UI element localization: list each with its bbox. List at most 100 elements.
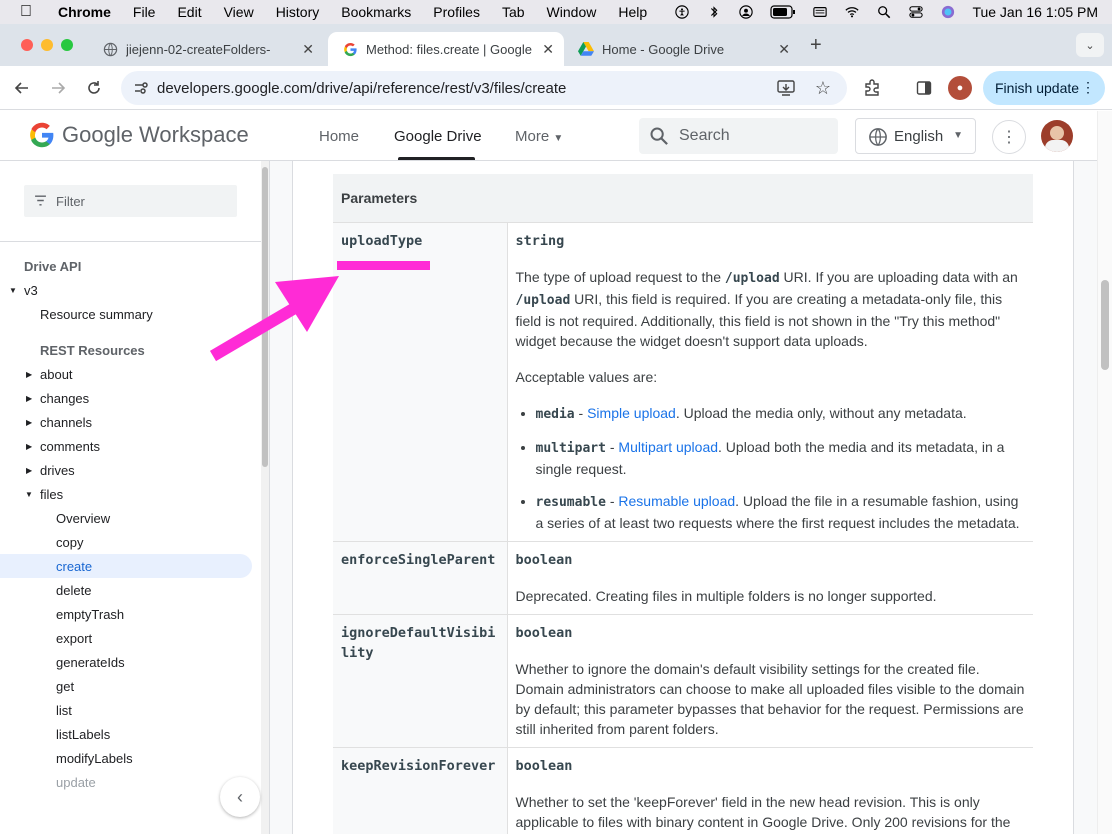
sidebar-item-emptytrash[interactable]: emptyTrash xyxy=(56,602,124,626)
sidebar-item-drives[interactable]: drives xyxy=(40,458,75,482)
forward-arrow-icon[interactable] xyxy=(46,76,70,100)
profile-avatar-icon[interactable]: ● xyxy=(948,76,972,100)
menu-app-name[interactable]: Chrome xyxy=(58,4,111,20)
menu-view[interactable]: View xyxy=(224,4,254,20)
query-parameters-table: Parameters uploadType string The type of… xyxy=(333,174,1033,834)
param-description: boolean Whether to ignore the domain's d… xyxy=(507,614,1033,748)
menu-bookmarks[interactable]: Bookmarks xyxy=(341,4,411,20)
spotlight-search-icon[interactable] xyxy=(876,5,892,19)
collapsed-caret-icon[interactable]: ▶ xyxy=(26,370,32,379)
user-avatar[interactable] xyxy=(1041,120,1073,152)
sidebar-item-channels[interactable]: channels xyxy=(40,410,92,434)
zoom-window-button[interactable] xyxy=(61,39,73,51)
keyboard-icon[interactable] xyxy=(812,5,828,19)
sidebar-item-changes[interactable]: changes xyxy=(40,386,89,410)
page-scrollbar-thumb[interactable] xyxy=(1101,280,1109,370)
sidebar-item-copy[interactable]: copy xyxy=(56,530,83,554)
sidebar-item-comments[interactable]: comments xyxy=(40,434,100,458)
google-workspace-logo[interactable]: Google Workspace xyxy=(28,121,249,149)
list-item: media - Simple upload. Upload the media … xyxy=(536,403,1026,425)
expanded-caret-icon[interactable]: ▼ xyxy=(25,490,33,499)
nav-more[interactable]: More ▼ xyxy=(515,128,563,145)
side-panel-icon[interactable] xyxy=(912,76,936,100)
sidebar-heading-drive-api: Drive API xyxy=(24,258,82,274)
bookmark-star-icon[interactable]: ☆ xyxy=(815,78,831,99)
left-nav-sidebar: Filter Drive API ▼ v3 Resource summary R… xyxy=(0,161,270,834)
param-name: keepRevisionForever xyxy=(333,747,508,834)
close-tab-icon[interactable]: ✕ xyxy=(778,41,790,58)
tab-jiejenn[interactable]: jiejenn-02-createFolders- ✕ xyxy=(88,32,324,66)
control-center-icon[interactable] xyxy=(908,5,924,19)
simple-upload-link[interactable]: Simple upload xyxy=(587,405,676,421)
menubar-datetime[interactable]: Tue Jan 16 1:05 PM xyxy=(972,4,1098,20)
wifi-icon[interactable] xyxy=(844,5,860,19)
close-window-button[interactable] xyxy=(21,39,33,51)
collapsed-caret-icon[interactable]: ▶ xyxy=(26,418,32,427)
new-tab-icon[interactable]: + xyxy=(810,34,822,57)
more-vert-icon[interactable]: ⋮ xyxy=(1081,79,1095,96)
search-placeholder: Search xyxy=(679,127,730,144)
menu-file[interactable]: File xyxy=(133,4,156,20)
finish-update-button[interactable]: Finish update ⋮ xyxy=(983,71,1105,105)
sidebar-item-generateids[interactable]: generateIds xyxy=(56,650,125,674)
accessibility-icon[interactable] xyxy=(674,5,690,19)
menu-edit[interactable]: Edit xyxy=(177,4,201,20)
filter-input[interactable]: Filter xyxy=(24,185,237,217)
menu-help[interactable]: Help xyxy=(618,4,647,20)
collapsed-caret-icon[interactable]: ▶ xyxy=(26,394,32,403)
menu-profiles[interactable]: Profiles xyxy=(433,4,480,20)
close-tab-icon[interactable]: ✕ xyxy=(302,41,314,58)
collapse-sidebar-button[interactable]: ‹ xyxy=(220,777,260,817)
sidebar-item-modifylabels[interactable]: modifyLabels xyxy=(56,746,133,770)
sidebar-item-about[interactable]: about xyxy=(40,362,73,386)
battery-icon[interactable] xyxy=(770,5,796,19)
sidebar-item-get[interactable]: get xyxy=(56,674,74,698)
multipart-upload-link[interactable]: Multipart upload xyxy=(618,439,718,455)
menu-window[interactable]: Window xyxy=(547,4,597,20)
language-select[interactable]: English ▼ xyxy=(855,118,976,154)
sidebar-item-resource-summary[interactable]: Resource summary xyxy=(40,302,153,326)
more-options-icon[interactable]: ⋮ xyxy=(992,120,1026,154)
tab-google-drive[interactable]: Home - Google Drive ✕ xyxy=(564,32,800,66)
sidebar-item-listlabels[interactable]: listLabels xyxy=(56,722,110,746)
bluetooth-icon[interactable] xyxy=(706,5,722,19)
sidebar-item-list[interactable]: list xyxy=(56,698,72,722)
sidebar-item-create[interactable]: create xyxy=(0,554,252,578)
install-app-icon[interactable] xyxy=(777,79,795,101)
siri-icon[interactable] xyxy=(940,5,956,19)
nav-google-drive[interactable]: Google Drive xyxy=(394,128,482,145)
sidebar-item-export[interactable]: export xyxy=(56,626,92,650)
param-desc-text: The type of upload request to the /uploa… xyxy=(515,268,1018,349)
sidebar-item-update[interactable]: update xyxy=(56,770,96,794)
collapsed-caret-icon[interactable]: ▶ xyxy=(26,466,32,475)
sidebar-item-files[interactable]: files xyxy=(40,482,63,506)
param-type: boolean xyxy=(515,624,573,641)
address-bar[interactable]: developers.google.com/drive/api/referenc… xyxy=(121,71,847,105)
sidebar-item-v3[interactable]: v3 xyxy=(24,278,38,302)
site-search-input[interactable]: Search xyxy=(639,118,838,154)
collapsed-caret-icon[interactable]: ▶ xyxy=(26,442,32,451)
minimize-window-button[interactable] xyxy=(41,39,53,51)
resumable-upload-link[interactable]: Resumable upload xyxy=(618,493,735,509)
annotation-underline xyxy=(337,261,430,270)
nav-home[interactable]: Home xyxy=(319,128,359,145)
close-tab-icon[interactable]: ✕ xyxy=(542,41,554,58)
back-arrow-icon[interactable] xyxy=(10,76,34,100)
user-circle-icon[interactable] xyxy=(738,5,754,19)
tab-title: Home - Google Drive xyxy=(602,41,725,57)
expanded-caret-icon[interactable]: ▼ xyxy=(9,286,17,295)
extensions-puzzle-icon[interactable] xyxy=(860,76,884,100)
sidebar-item-delete[interactable]: delete xyxy=(56,578,91,602)
tab-search-chevron-icon[interactable]: ⌄ xyxy=(1076,33,1104,57)
sidebar-item-overview[interactable]: Overview xyxy=(56,506,110,530)
menu-history[interactable]: History xyxy=(276,4,320,20)
menu-tab[interactable]: Tab xyxy=(502,4,525,20)
apple-icon[interactable]:  xyxy=(20,3,38,21)
site-settings-icon[interactable] xyxy=(133,80,149,100)
page-scrollbar[interactable] xyxy=(1097,111,1112,834)
filter-icon xyxy=(34,194,47,210)
param-name: enforceSingleParent xyxy=(333,541,508,615)
reload-icon[interactable] xyxy=(82,76,106,100)
tab-files-create[interactable]: Method: files.create | Google ✕ xyxy=(328,32,564,66)
list-item: resumable - Resumable upload. Upload the… xyxy=(536,491,1026,533)
